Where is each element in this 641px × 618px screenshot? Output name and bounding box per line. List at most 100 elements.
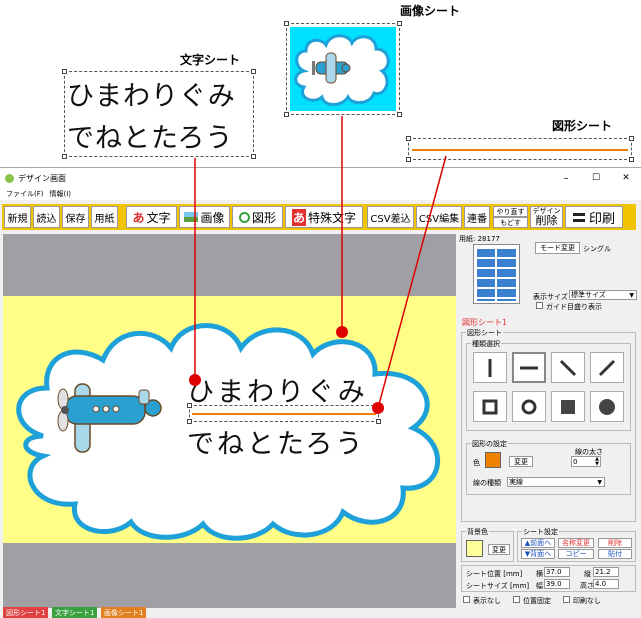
design-delete-button[interactable]: デザイン 削除 [530, 206, 563, 228]
line-type-select[interactable]: 実線 ▼ [507, 477, 605, 487]
shape-color-swatch[interactable] [485, 452, 501, 468]
shape-sheet-preview [406, 136, 634, 162]
rectangle-outline-button[interactable] [473, 391, 507, 422]
position-label: シート位置 [mm] [466, 570, 523, 578]
line-width-stepper[interactable]: 0 ▲ ▼ [571, 456, 601, 467]
load-button[interactable]: 読込 [33, 206, 60, 228]
h-label: 高さ [580, 582, 594, 590]
rectangle-filled-button[interactable] [551, 391, 585, 422]
y-label: 縦 [584, 570, 591, 578]
tab-text-sheet[interactable]: 文字シート1 [52, 607, 98, 618]
rename-button[interactable]: 名称変更 [558, 538, 594, 548]
app-icon [5, 173, 14, 183]
chevron-down-icon: ▼ [629, 291, 634, 299]
chevron-down-icon: ▼ [597, 478, 602, 486]
csv-insert-button[interactable]: CSV差込 [367, 206, 414, 228]
cloud-thumbnail [294, 34, 390, 106]
vertical-line-button[interactable] [473, 352, 507, 383]
redo-button[interactable]: やり直す [493, 206, 528, 217]
menu-info[interactable]: 情報(I) [50, 189, 72, 199]
tab-shape-sheet[interactable]: 図形シート1 [3, 607, 49, 618]
size-label: シートサイズ [mm] [466, 582, 530, 590]
y-input[interactable]: 21.2 [593, 567, 619, 577]
horizontal-line-button[interactable] [512, 352, 546, 383]
minimize-button[interactable]: – [551, 173, 581, 184]
printer-icon [572, 212, 585, 222]
label-canvas[interactable]: ひまわりぐみ でねとたろう [3, 296, 456, 543]
canvas-text-line2[interactable]: でねとたろう [187, 422, 365, 461]
text-button[interactable]: あ 文字 [126, 206, 177, 228]
special-text-button[interactable]: あ 特殊文字 [285, 206, 363, 228]
undo-button[interactable]: もどす [493, 217, 528, 228]
canvas-text-line1[interactable]: ひまわりぐみ [187, 370, 368, 409]
save-button[interactable]: 保存 [62, 206, 89, 228]
vertical-line-icon [488, 358, 492, 377]
sheet-delete-button[interactable]: 削除 [598, 538, 632, 548]
shape-sheet-label: 図形シート [552, 119, 613, 133]
bg-change-button[interactable]: 変更 [488, 544, 510, 555]
circle-filled-icon [599, 398, 615, 415]
diagonal-down-line-button[interactable] [551, 352, 585, 383]
new-button[interactable]: 新規 [4, 206, 31, 228]
tab-image-sheet[interactable]: 画像シート1 [101, 607, 147, 618]
copy-button[interactable]: コピー [558, 549, 594, 559]
image-icon [184, 212, 199, 222]
diagonal-down-line-icon [559, 359, 577, 376]
diagonal-up-line-button[interactable] [590, 352, 624, 383]
no-print-label: 印刷なし [573, 597, 601, 605]
guide-label: ガイド目盛り表示 [546, 303, 602, 311]
circle-outline-icon [521, 399, 537, 414]
display-size-select[interactable]: 標準サイズ ▼ [569, 290, 637, 300]
horizontal-line-icon [520, 366, 538, 369]
circle-shape-icon [238, 211, 250, 223]
bg-color-group: 背景色 変更 [461, 527, 514, 562]
preview-text-line2: でねとたろう [67, 123, 234, 154]
side-panel: 用紙: 28177 モード変更 シングル 表示サイズ 標準サイズ ▼ ガイド目盛… [459, 234, 639, 608]
print-button[interactable]: 印刷 [565, 206, 623, 228]
text-sheet-preview: ひまわりぐみ でねとたろう [62, 69, 256, 159]
image-sheet-preview [284, 21, 402, 117]
hide-checkbox[interactable] [463, 596, 470, 603]
preview-text-line1: ひまわりぐみ [67, 81, 236, 112]
bring-front-button[interactable]: ▲前面へ [521, 538, 555, 548]
position-size-group: シート位置 [mm] 横 37.0 縦 21.2 シートサイズ [mm] 幅 3… [461, 565, 636, 592]
window-title: デザイン画面 [18, 173, 66, 183]
color-change-button[interactable]: 変更 [509, 456, 533, 467]
preview-line-shape [412, 149, 628, 151]
type-select-group: 種類選択 [466, 339, 631, 431]
color-label: 色 [473, 459, 480, 467]
design-window: デザイン画面 – ☐ ✕ ファイル(F) 情報(I) 新規 読込 保存 用紙 あ… [0, 167, 641, 618]
diagonal-up-line-icon [598, 359, 616, 376]
maximize-button[interactable]: ☐ [581, 173, 611, 183]
shape-button[interactable]: 図形 [232, 206, 283, 228]
mode-change-button[interactable]: モード変更 [535, 242, 580, 254]
selected-line-shape [192, 413, 376, 415]
x-input[interactable]: 37.0 [544, 567, 570, 577]
close-button[interactable]: ✕ [611, 173, 641, 183]
text-glyph-icon: あ [132, 210, 145, 225]
image-button[interactable]: 画像 [179, 206, 230, 228]
image-sheet-label: 画像シート [400, 4, 461, 18]
h-input[interactable]: 4.0 [593, 579, 619, 589]
lock-position-label: 位置固定 [523, 597, 551, 605]
canvas-area[interactable]: ひまわりぐみ でねとたろう [3, 234, 456, 608]
send-back-button[interactable]: ▼背面へ [521, 549, 555, 559]
serial-number-button[interactable]: 連番 [464, 206, 490, 228]
w-input[interactable]: 39.0 [544, 579, 570, 589]
paste-button[interactable]: 貼付 [598, 549, 632, 559]
paper-label: 用紙: 28177 [459, 235, 500, 243]
circle-outline-button[interactable] [512, 391, 546, 422]
selected-line-sheet[interactable] [187, 403, 381, 424]
csv-edit-button[interactable]: CSV編集 [416, 206, 462, 228]
paper-button[interactable]: 用紙 [91, 206, 118, 228]
guide-checkbox[interactable] [536, 302, 543, 309]
hide-label: 表示なし [473, 597, 501, 605]
square-outline-icon [482, 399, 498, 414]
shape-settings-group: 図形の設定 色 変更 線の太さ 0 ▲ ▼ 線の種類 実線 ▼ [466, 439, 631, 495]
circle-filled-button[interactable] [590, 391, 624, 422]
no-print-checkbox[interactable] [563, 596, 570, 603]
lock-position-checkbox[interactable] [513, 596, 520, 603]
w-label: 幅 [536, 582, 543, 590]
bg-color-swatch[interactable] [466, 540, 483, 557]
menu-file[interactable]: ファイル(F) [6, 189, 44, 199]
